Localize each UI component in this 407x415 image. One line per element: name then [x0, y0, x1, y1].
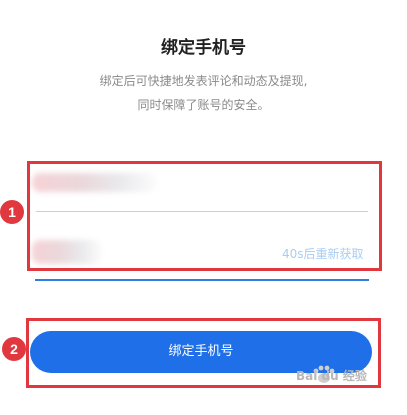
step-marker-1: 1 [0, 200, 24, 224]
description-line-2: 同时保障了账号的安全。 [137, 98, 270, 112]
highlight-box-form [27, 161, 382, 271]
page-title: 绑定手机号 [161, 38, 246, 58]
step-marker-2: 2 [2, 337, 26, 361]
watermark-text: Bai du 经验 [296, 369, 367, 383]
description-line-1: 绑定后可快捷地发表评论和动态及提现, [99, 74, 308, 88]
code-input-underline [35, 279, 369, 281]
